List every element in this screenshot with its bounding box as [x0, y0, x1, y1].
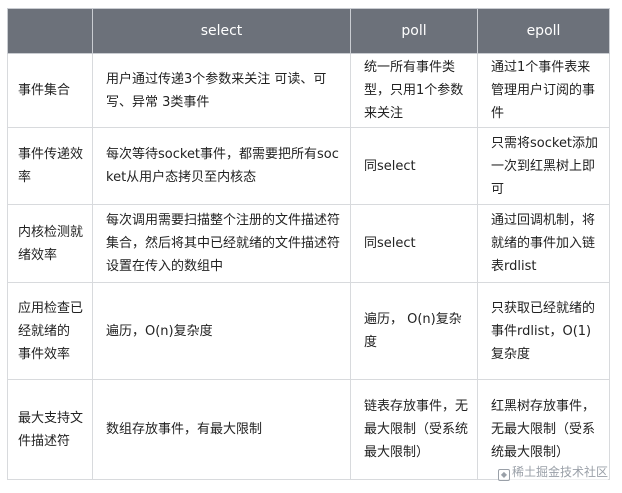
select-cell: 每次调用需要扫描整个注册的文件描述符集合，然后将其中已经就绪的文件描述符设置在传…	[92, 204, 351, 283]
select-cell: 每次等待socket事件，都需要把所有socket从用户态拷贝至内核态	[92, 127, 351, 205]
row-label-cell: 事件集合	[7, 53, 93, 128]
epoll-cell: 只需将socket添加一次到红黑树上即可	[477, 127, 610, 205]
table-row: 内核检测就绪效率 每次调用需要扫描整个注册的文件描述符集合，然后将其中已经就绪的…	[7, 204, 610, 283]
poll-cell: 统一所有事件类型，只用1个参数来关注	[350, 53, 478, 128]
row-label-cell: 应用检查已经就绪的 事件效率	[7, 282, 93, 380]
select-cell: 遍历，O(n)复杂度	[92, 282, 351, 380]
epoll-cell: 通过回调机制，将就绪的事件加入链表rdlist	[477, 204, 610, 283]
watermark-text: 稀土掘金技术社区	[511, 465, 608, 479]
poll-cell: 链表存放事件，无最大限制（受系统最大限制）	[350, 379, 478, 480]
header-cell-corner	[7, 8, 93, 54]
poll-cell: 同select	[350, 204, 478, 283]
table-header-row: select poll epoll	[7, 8, 610, 54]
comparison-table: select poll epoll 事件集合 用户通过传递3个参数来关注 可读、…	[7, 8, 610, 480]
comparison-table-container: select poll epoll 事件集合 用户通过传递3个参数来关注 可读、…	[7, 8, 610, 480]
row-label-cell: 事件传递效率	[7, 127, 93, 205]
table-row: 事件集合 用户通过传递3个参数来关注 可读、可写、异常 3类事件 统一所有事件类…	[7, 53, 610, 128]
epoll-cell: 只获取已经就绪的事件rdlist，O(1)复杂度	[477, 282, 610, 380]
poll-cell: 遍历， O(n)复杂度	[350, 282, 478, 380]
select-cell: 用户通过传递3个参数来关注 可读、可写、异常 3类事件	[92, 53, 351, 128]
header-cell-epoll: epoll	[477, 8, 610, 54]
table-row: 应用检查已经就绪的 事件效率 遍历，O(n)复杂度 遍历， O(n)复杂度 只获…	[7, 282, 610, 380]
row-label-cell: 最大支持文件描述符	[7, 379, 93, 480]
epoll-cell: 通过1个事件表来管理用户订阅的事件	[477, 53, 610, 128]
juejin-logo-icon: ◆	[497, 469, 510, 481]
row-label-cell: 内核检测就绪效率	[7, 204, 93, 283]
poll-cell: 同select	[350, 127, 478, 205]
header-cell-poll: poll	[350, 8, 478, 54]
select-cell: 数组存放事件，有最大限制	[92, 379, 351, 480]
header-cell-select: select	[92, 8, 351, 54]
watermark: ◆ 稀土掘金技术社区	[497, 465, 608, 481]
epoll-cell-text: 红黑树存放事件，无最大限制（受系统最大限制）	[491, 399, 596, 460]
table-row: 事件传递效率 每次等待socket事件，都需要把所有socket从用户态拷贝至内…	[7, 127, 610, 205]
